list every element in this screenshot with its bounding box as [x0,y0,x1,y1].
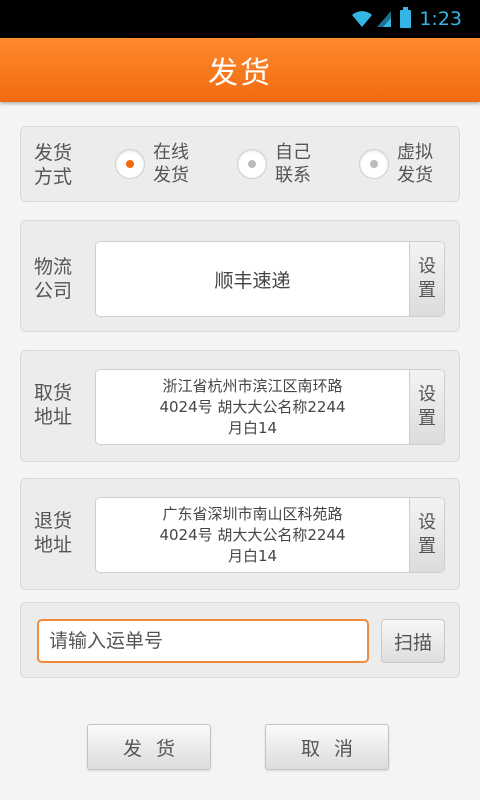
logistics-value: 顺丰速递 [214,269,291,292]
radio-button-icon[interactable] [115,149,145,179]
logistics-label: 物流 公司 [34,256,73,302]
title-bar: 发货 [0,38,480,102]
page-title: 发货 [208,56,272,91]
radio-option-online[interactable]: 在线 发货 [115,141,189,187]
status-bar: 1:23 [0,0,480,38]
radio-label-online: 在线 发货 [153,142,189,186]
radio-option-self-contact[interactable]: 自己 联系 [237,141,311,187]
radio-label-virtual: 虚拟 发货 [397,142,433,186]
tracking-number-input[interactable] [37,619,369,663]
return-address-set-button[interactable]: 设 置 [409,498,444,572]
pickup-address-label: 取货 地址 [34,382,73,428]
pickup-address-set-button[interactable]: 设 置 [409,370,444,444]
radio-label-self-contact: 自己 联系 [275,142,311,186]
signal-icon [377,11,392,27]
logistics-field[interactable]: 顺丰速递 设 置 [95,241,445,317]
status-time: 1:23 [419,8,462,30]
return-address-label: 退货 地址 [34,510,73,556]
scan-button[interactable]: 扫描 [381,619,445,663]
radio-option-virtual[interactable]: 虚拟 发货 [359,141,433,187]
shipping-method-label: 发货 方式 [34,141,84,189]
status-icons [351,10,392,28]
shipping-method-label-text: 发货 方式 [34,142,73,188]
logistics-set-button[interactable]: 设 置 [409,242,444,316]
pickup-address-field[interactable]: 浙江省杭州市滨江区南环路 4024号 胡大大公名称2244 月白14 设 置 [95,369,445,445]
ship-button[interactable]: 发货 [87,724,211,770]
battery-icon [400,7,412,28]
pickup-address-card: 取货 地址 浙江省杭州市滨江区南环路 4024号 胡大大公名称2244 月白14… [20,350,460,462]
wifi-icon [352,11,373,27]
return-address-field[interactable]: 广东省深圳市南山区科苑路 4024号 胡大大公名称2244 月白14 设 置 [95,497,445,573]
shipping-method-card: 发货 方式 在线 发货 自己 联系 虚拟 发货 [20,126,460,202]
radio-button-icon[interactable] [237,149,267,179]
logistics-card: 物流 公司 顺丰速递 设 置 [20,220,460,332]
tracking-card: 扫描 [20,602,460,678]
radio-button-icon[interactable] [359,149,389,179]
return-address-card: 退货 地址 广东省深圳市南山区科苑路 4024号 胡大大公名称2244 月白14… [20,478,460,590]
pickup-address-value: 浙江省杭州市滨江区南环路 4024号 胡大大公名称2244 月白14 [159,376,346,437]
return-address-value: 广东省深圳市南山区科苑路 4024号 胡大大公名称2244 月白14 [159,504,346,565]
cancel-button[interactable]: 取消 [265,724,389,770]
